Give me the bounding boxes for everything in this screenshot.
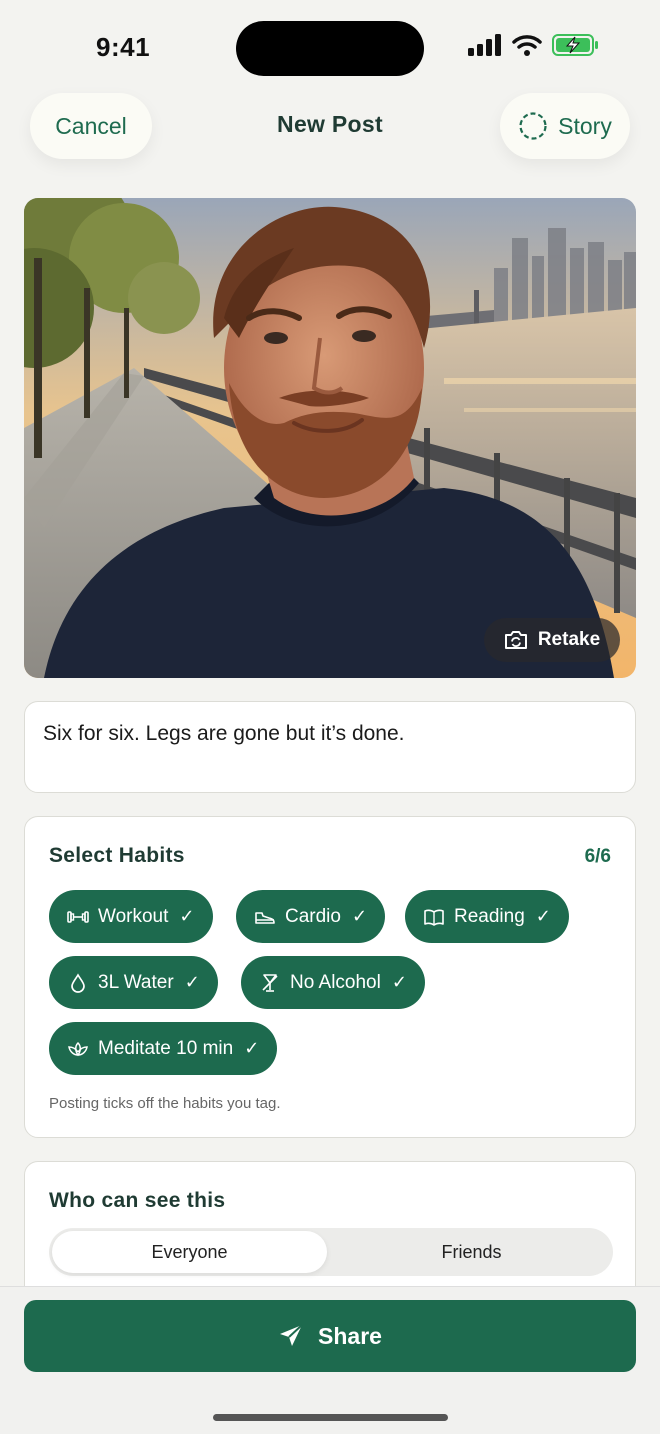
shoe-icon [254, 906, 276, 928]
habit-chip-no-alcohol[interactable]: No Alcohol ✓ [241, 956, 425, 1009]
habit-label: No Alcohol [290, 971, 381, 993]
habits-title: Select Habits [49, 844, 185, 867]
photo-image [24, 198, 636, 678]
habit-label: Cardio [285, 905, 341, 927]
lotus-icon [67, 1038, 89, 1060]
habit-chip-reading[interactable]: Reading ✓ [405, 890, 569, 943]
wifi-icon [512, 35, 542, 56]
habits-count: 6/6 [584, 846, 611, 867]
book-icon [423, 906, 445, 928]
habit-label: Workout [98, 905, 169, 927]
habit-label: 3L Water [98, 971, 174, 993]
habit-label: Meditate 10 min [98, 1037, 234, 1059]
no-alcohol-icon [259, 972, 281, 994]
check-icon: ✓ [535, 906, 551, 926]
battery-charging-icon [552, 34, 598, 56]
check-icon: ✓ [179, 906, 195, 926]
visibility-title: Who can see this [49, 1189, 226, 1212]
habits-card: Select Habits 6/6 Workout ✓ Cardio ✓ Rea… [24, 816, 636, 1138]
habits-helper-text: Posting ticks off the habits you tag. [49, 1095, 281, 1112]
dumbbell-icon [67, 906, 89, 928]
retake-label: Retake [537, 629, 601, 650]
camera-rotate-icon [504, 631, 527, 649]
visibility-segmented-control: Everyone Friends [49, 1228, 613, 1276]
caption-text: Six for six. Legs are gone but it’s done… [43, 722, 405, 745]
status-bar: 9:41 [0, 0, 660, 90]
retake-button[interactable]: Retake [484, 618, 620, 662]
home-indicator [213, 1414, 448, 1421]
status-icons [468, 34, 600, 56]
post-photo: Retake [24, 198, 636, 678]
droplet-icon [67, 972, 89, 994]
status-time: 9:41 [96, 32, 151, 62]
habit-chip-cardio[interactable]: Cardio ✓ [236, 890, 386, 943]
habit-chip-water[interactable]: 3L Water ✓ [49, 956, 218, 1009]
cellular-signal-icon [468, 34, 501, 56]
habit-label: Reading [454, 905, 525, 927]
story-button[interactable]: Story [500, 93, 630, 159]
dynamic-island [236, 21, 424, 76]
check-icon: ✓ [391, 972, 407, 992]
habit-chip-meditate[interactable]: Meditate 10 min ✓ [49, 1022, 278, 1075]
caption-input[interactable]: Six for six. Legs are gone but it’s done… [24, 701, 636, 793]
share-button[interactable]: Share [24, 1300, 636, 1372]
send-icon [280, 1324, 303, 1346]
habit-chip-workout[interactable]: Workout ✓ [49, 890, 213, 943]
check-icon: ✓ [184, 972, 200, 992]
share-label: Share [318, 1322, 382, 1349]
check-icon: ✓ [351, 906, 368, 926]
visibility-option-friends[interactable]: Friends [333, 1231, 610, 1273]
story-ring-icon [519, 112, 547, 140]
bottom-bar: Share [0, 1286, 660, 1434]
visibility-option-everyone[interactable]: Everyone [52, 1231, 327, 1273]
header: Cancel New Post Story [0, 93, 660, 159]
story-label: Story [558, 112, 612, 139]
check-icon: ✓ [244, 1038, 260, 1058]
